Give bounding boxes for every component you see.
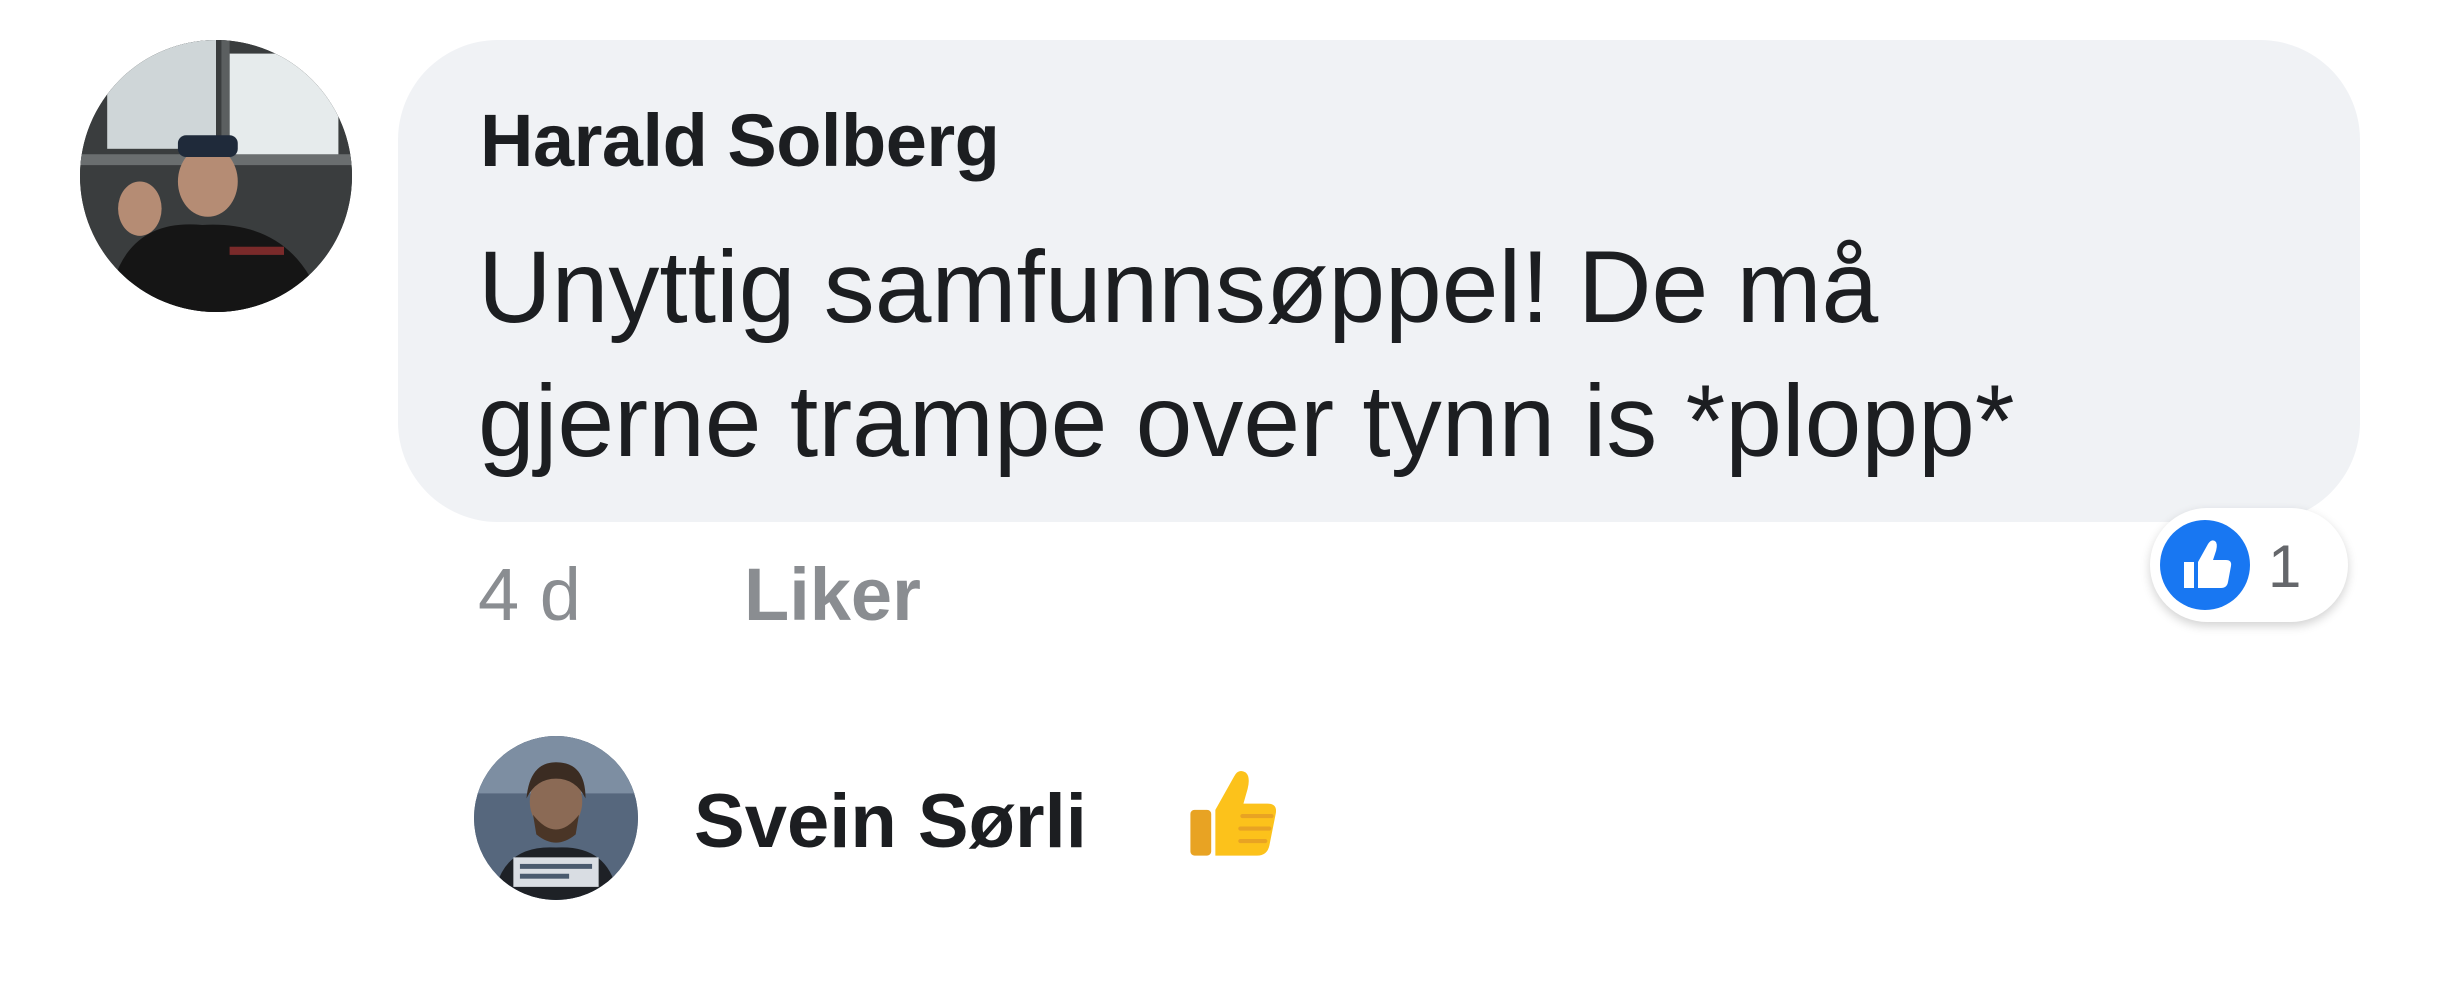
comment-thread: Harald Solberg Unyttig samfunnsøppel! De… xyxy=(0,0,2449,1000)
like-icon xyxy=(2160,520,2250,610)
reply-author-avatar[interactable] xyxy=(474,736,638,900)
like-button[interactable]: Liker xyxy=(744,552,921,637)
comment-timestamp[interactable]: 4 d xyxy=(478,552,581,637)
reaction-count: 1 xyxy=(2268,533,2302,600)
comment-author-avatar[interactable] xyxy=(80,40,352,312)
thumbs-up-emoji-icon xyxy=(1180,762,1284,866)
comment-body: Unyttig samfunnsøppel! De må gjerne tram… xyxy=(478,230,2015,478)
comment-author-name[interactable]: Harald Solberg xyxy=(480,98,1000,183)
reaction-summary[interactable]: 1 xyxy=(2150,508,2348,622)
reply-author-name[interactable]: Svein Sørli xyxy=(694,778,1087,865)
